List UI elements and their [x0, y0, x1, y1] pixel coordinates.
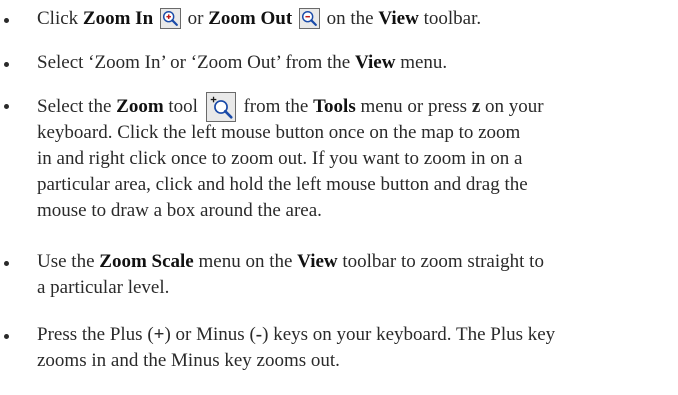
plus-key: +	[153, 324, 165, 345]
bullet-dot	[4, 334, 9, 339]
zoom-scale-label: Zoom Scale	[99, 251, 194, 272]
view-label: View	[354, 52, 396, 73]
text-line: keyboard. Click the left mouse button on…	[37, 122, 521, 143]
zoom-out-icon	[298, 8, 320, 29]
instruction-list: Click Zoom In or Zoom Out on the View to…	[0, 0, 678, 395]
text-line: in and right click once to zoom out. If …	[37, 148, 523, 169]
view-label: View	[378, 8, 419, 29]
text-line: a particular level.	[37, 277, 170, 298]
text-line: mouse to draw a box around the area.	[37, 200, 322, 221]
list-item-text: Use the Zoom Scale menu on the View tool…	[37, 249, 667, 301]
zoom-in-label: Zoom In	[82, 8, 154, 29]
zoom-tool-icon	[205, 92, 236, 122]
view-label: View	[297, 251, 338, 272]
z-key: z	[471, 96, 481, 117]
zoom-label: Zoom	[116, 96, 164, 117]
text-line: particular area, click and hold the left…	[37, 174, 528, 195]
zoom-out-label: Zoom Out	[208, 8, 293, 29]
bullet-dot	[4, 62, 9, 67]
list-item-text: Select the Zoom tool from the Tools menu…	[37, 92, 667, 224]
bullet-dot	[4, 104, 9, 109]
bullet-dot	[4, 261, 9, 266]
list-item-text: Select ‘Zoom In’ or ‘Zoom Out’ from the …	[37, 52, 448, 73]
text-line: zooms in and the Minus key zooms out.	[37, 350, 340, 371]
list-item-text: Click Zoom In or Zoom Out on the View to…	[37, 8, 482, 29]
zoom-in-icon	[159, 8, 181, 29]
tools-label: Tools	[313, 96, 356, 117]
list-item-text: Press the Plus (+) or Minus (-) keys on …	[37, 322, 667, 374]
bullet-dot	[4, 18, 9, 23]
